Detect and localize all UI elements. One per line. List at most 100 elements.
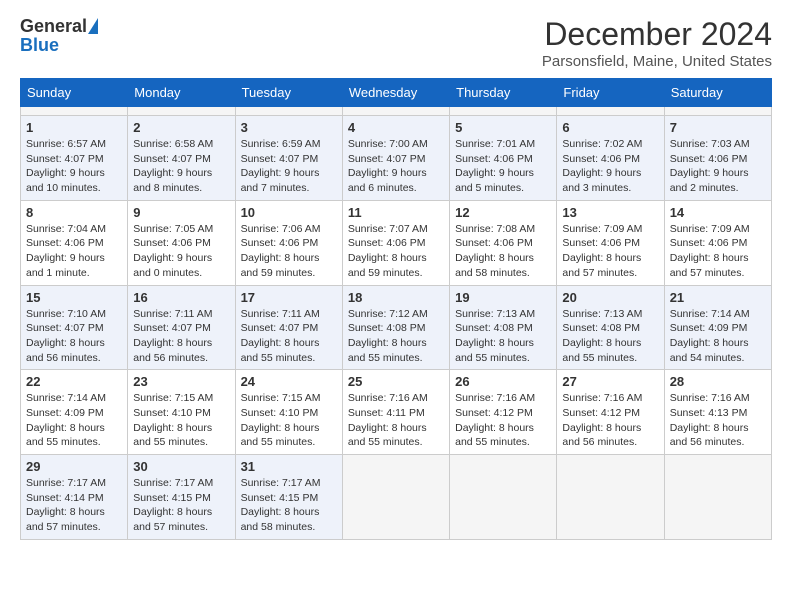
day-info: Sunrise: 6:58 AM Sunset: 4:07 PM Dayligh… xyxy=(133,137,229,196)
day-info: Sunrise: 7:06 AM Sunset: 4:06 PM Dayligh… xyxy=(241,222,337,281)
calendar-day-cell: 12Sunrise: 7:08 AM Sunset: 4:06 PM Dayli… xyxy=(450,200,557,285)
day-info: Sunrise: 7:17 AM Sunset: 4:15 PM Dayligh… xyxy=(241,476,337,535)
day-info: Sunrise: 7:12 AM Sunset: 4:08 PM Dayligh… xyxy=(348,307,444,366)
calendar-day-cell: 9 Sunrise: 7:05 AM Sunset: 4:06 PM Daylig… xyxy=(128,200,235,285)
day-number: 7 xyxy=(670,120,766,135)
day-number: 21 xyxy=(670,290,766,305)
day-info: Sunrise: 6:57 AM Sunset: 4:07 PM Dayligh… xyxy=(26,137,122,196)
day-number: 2 xyxy=(133,120,229,135)
calendar-day-cell: 2 Sunrise: 6:58 AM Sunset: 4:07 PM Daylig… xyxy=(128,116,235,201)
calendar-day-cell: 15Sunrise: 7:10 AM Sunset: 4:07 PM Dayli… xyxy=(21,285,128,370)
page-header: General Blue December 2024 Parsonsfield,… xyxy=(20,16,772,70)
day-number: 4 xyxy=(348,120,444,135)
day-number: 1 xyxy=(26,120,122,135)
day-number: 22 xyxy=(26,374,122,389)
day-number: 27 xyxy=(562,374,658,389)
day-info: Sunrise: 7:00 AM Sunset: 4:07 PM Dayligh… xyxy=(348,137,444,196)
day-number: 19 xyxy=(455,290,551,305)
calendar-day-cell: 8Sunrise: 7:04 AM Sunset: 4:06 PM Daylig… xyxy=(21,200,128,285)
calendar-header-row: Sunday Monday Tuesday Wednesday Thursday… xyxy=(21,79,772,107)
day-number: 11 xyxy=(348,205,444,220)
calendar-day-cell: 25 Sunrise: 7:16 AM Sunset: 4:11 PM Dayli… xyxy=(342,370,449,455)
calendar-day-cell: 19Sunrise: 7:13 AM Sunset: 4:08 PM Dayli… xyxy=(450,285,557,370)
day-info: Sunrise: 7:03 AM Sunset: 4:06 PM Dayligh… xyxy=(670,137,766,196)
day-info: Sunrise: 7:01 AM Sunset: 4:06 PM Dayligh… xyxy=(455,137,551,196)
calendar-day-cell: 21 Sunrise: 7:14 AM Sunset: 4:09 PM Dayli… xyxy=(664,285,771,370)
calendar-day-cell: 6 Sunrise: 7:02 AM Sunset: 4:06 PM Daylig… xyxy=(557,116,664,201)
logo: General Blue xyxy=(20,16,98,56)
logo-blue: Blue xyxy=(20,35,59,56)
calendar-day-cell: 5 Sunrise: 7:01 AM Sunset: 4:06 PM Daylig… xyxy=(450,116,557,201)
calendar-day-cell xyxy=(664,107,771,116)
day-number: 12 xyxy=(455,205,551,220)
calendar-day-cell: 18 Sunrise: 7:12 AM Sunset: 4:08 PM Dayli… xyxy=(342,285,449,370)
calendar-day-cell: 16 Sunrise: 7:11 AM Sunset: 4:07 PM Dayli… xyxy=(128,285,235,370)
day-info: Sunrise: 7:02 AM Sunset: 4:06 PM Dayligh… xyxy=(562,137,658,196)
day-number: 18 xyxy=(348,290,444,305)
day-info: Sunrise: 6:59 AM Sunset: 4:07 PM Dayligh… xyxy=(241,137,337,196)
calendar-day-cell xyxy=(557,107,664,116)
day-info: Sunrise: 7:09 AM Sunset: 4:06 PM Dayligh… xyxy=(562,222,658,281)
day-number: 30 xyxy=(133,459,229,474)
calendar-week-row: 15Sunrise: 7:10 AM Sunset: 4:07 PM Dayli… xyxy=(21,285,772,370)
day-number: 26 xyxy=(455,374,551,389)
calendar-day-cell: 23 Sunrise: 7:15 AM Sunset: 4:10 PM Dayli… xyxy=(128,370,235,455)
day-info: Sunrise: 7:14 AM Sunset: 4:09 PM Dayligh… xyxy=(26,391,122,450)
col-saturday: Saturday xyxy=(664,79,771,107)
day-number: 6 xyxy=(562,120,658,135)
day-info: Sunrise: 7:15 AM Sunset: 4:10 PM Dayligh… xyxy=(133,391,229,450)
day-number: 5 xyxy=(455,120,551,135)
day-number: 24 xyxy=(241,374,337,389)
calendar-day-cell xyxy=(557,455,664,540)
day-info: Sunrise: 7:15 AM Sunset: 4:10 PM Dayligh… xyxy=(241,391,337,450)
calendar-week-row xyxy=(21,107,772,116)
day-info: Sunrise: 7:11 AM Sunset: 4:07 PM Dayligh… xyxy=(241,307,337,366)
calendar-day-cell: 26 Sunrise: 7:16 AM Sunset: 4:12 PM Dayli… xyxy=(450,370,557,455)
day-number: 23 xyxy=(133,374,229,389)
day-number: 28 xyxy=(670,374,766,389)
col-wednesday: Wednesday xyxy=(342,79,449,107)
calendar-day-cell: 4 Sunrise: 7:00 AM Sunset: 4:07 PM Daylig… xyxy=(342,116,449,201)
day-info: Sunrise: 7:17 AM Sunset: 4:14 PM Dayligh… xyxy=(26,476,122,535)
day-info: Sunrise: 7:11 AM Sunset: 4:07 PM Dayligh… xyxy=(133,307,229,366)
day-info: Sunrise: 7:09 AM Sunset: 4:06 PM Dayligh… xyxy=(670,222,766,281)
day-number: 20 xyxy=(562,290,658,305)
col-monday: Monday xyxy=(128,79,235,107)
calendar-day-cell xyxy=(342,107,449,116)
calendar-day-cell: 11Sunrise: 7:07 AM Sunset: 4:06 PM Dayli… xyxy=(342,200,449,285)
day-number: 29 xyxy=(26,459,122,474)
calendar-day-cell xyxy=(128,107,235,116)
day-number: 17 xyxy=(241,290,337,305)
calendar-day-cell: 7 Sunrise: 7:03 AM Sunset: 4:06 PM Daylig… xyxy=(664,116,771,201)
calendar-table: Sunday Monday Tuesday Wednesday Thursday… xyxy=(20,78,772,540)
calendar-day-cell: 27Sunrise: 7:16 AM Sunset: 4:12 PM Dayli… xyxy=(557,370,664,455)
day-number: 8 xyxy=(26,205,122,220)
day-info: Sunrise: 7:05 AM Sunset: 4:06 PM Dayligh… xyxy=(133,222,229,281)
calendar-day-cell xyxy=(450,107,557,116)
day-number: 3 xyxy=(241,120,337,135)
logo-general: General xyxy=(20,16,87,37)
day-number: 25 xyxy=(348,374,444,389)
day-info: Sunrise: 7:13 AM Sunset: 4:08 PM Dayligh… xyxy=(562,307,658,366)
calendar-day-cell: 30 Sunrise: 7:17 AM Sunset: 4:15 PM Dayli… xyxy=(128,455,235,540)
day-info: Sunrise: 7:16 AM Sunset: 4:11 PM Dayligh… xyxy=(348,391,444,450)
day-info: Sunrise: 7:14 AM Sunset: 4:09 PM Dayligh… xyxy=(670,307,766,366)
calendar-day-cell xyxy=(235,107,342,116)
calendar-day-cell xyxy=(21,107,128,116)
calendar-day-cell: 29 Sunrise: 7:17 AM Sunset: 4:14 PM Dayli… xyxy=(21,455,128,540)
calendar-day-cell: 17 Sunrise: 7:11 AM Sunset: 4:07 PM Dayli… xyxy=(235,285,342,370)
location-subtitle: Parsonsfield, Maine, United States xyxy=(542,53,772,70)
month-title: December 2024 xyxy=(542,16,772,53)
day-number: 31 xyxy=(241,459,337,474)
calendar-day-cell: 10 Sunrise: 7:06 AM Sunset: 4:06 PM Dayli… xyxy=(235,200,342,285)
calendar-day-cell: 20 Sunrise: 7:13 AM Sunset: 4:08 PM Dayli… xyxy=(557,285,664,370)
calendar-day-cell: 22 Sunrise: 7:14 AM Sunset: 4:09 PM Dayli… xyxy=(21,370,128,455)
day-info: Sunrise: 7:10 AM Sunset: 4:07 PM Dayligh… xyxy=(26,307,122,366)
day-number: 9 xyxy=(133,205,229,220)
calendar-week-row: 22 Sunrise: 7:14 AM Sunset: 4:09 PM Dayli… xyxy=(21,370,772,455)
day-info: Sunrise: 7:16 AM Sunset: 4:12 PM Dayligh… xyxy=(455,391,551,450)
calendar-day-cell: 3 Sunrise: 6:59 AM Sunset: 4:07 PM Daylig… xyxy=(235,116,342,201)
day-info: Sunrise: 7:17 AM Sunset: 4:15 PM Dayligh… xyxy=(133,476,229,535)
day-number: 10 xyxy=(241,205,337,220)
day-number: 16 xyxy=(133,290,229,305)
